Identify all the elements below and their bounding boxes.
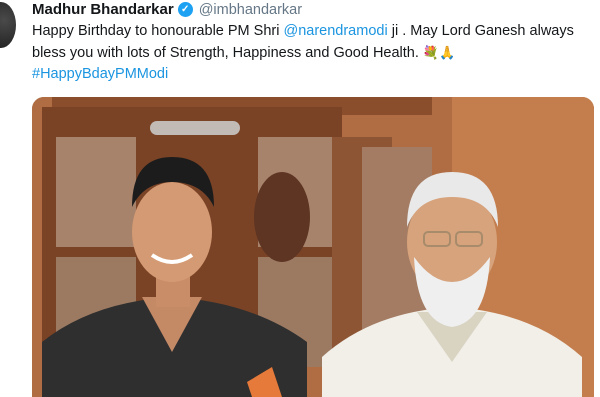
bouquet-pray-emoji-icon: 💐🙏: [422, 45, 456, 60]
author-name[interactable]: Madhur Bhandarkar: [32, 1, 174, 18]
tweet-header: Madhur Bhandarkar ✓ @imbhandarkar: [32, 1, 302, 18]
mention-link[interactable]: @narendramodi: [283, 23, 387, 39]
tweet-text-part: Happy Birthday to honourable PM Shri: [32, 23, 284, 39]
author-avatar[interactable]: [0, 2, 16, 48]
photo-illustration: [32, 97, 594, 397]
verified-badge-icon: ✓: [177, 2, 193, 17]
tweet-photo[interactable]: [32, 97, 594, 397]
author-handle[interactable]: @imbhandarkar: [199, 2, 302, 18]
tweet-text: Happy Birthday to honourable PM Shri @na…: [32, 21, 598, 85]
hashtag-link[interactable]: #HappyBdayPMModi: [32, 66, 168, 82]
